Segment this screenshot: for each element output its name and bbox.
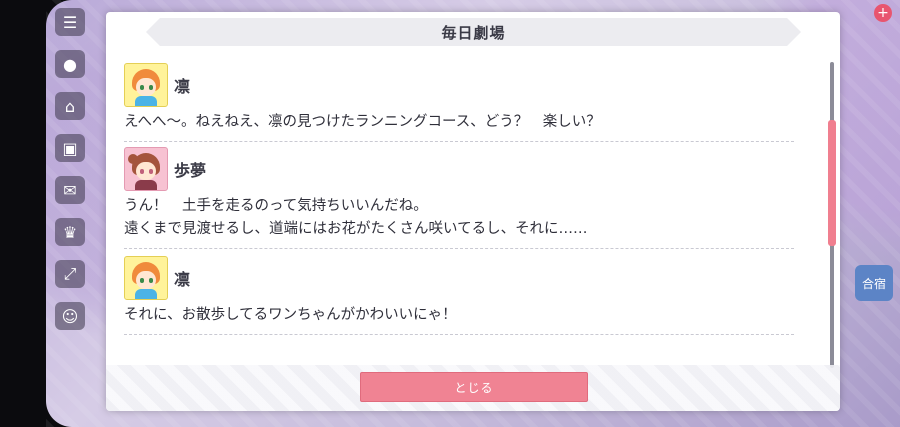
dialogue-entry: 歩夢 うん！ 土手を走るのって気持ちいいんだね。 遠くまで見渡せるし、道端にはお… <box>124 146 794 249</box>
daily-theater-dialog: 毎日劇場 凛 えへへ〜。ねえねえ、凛の見つけたランニングコース、どう？ 楽しい？ <box>106 12 840 411</box>
chat-icon[interactable]: ● <box>55 50 85 78</box>
gift-icon[interactable]: ▣ <box>55 134 85 162</box>
speaker-name: 凛 <box>174 270 191 289</box>
side-menu: ☰ ● ⌂ ▣ ✉ ♛ ⤢ ☺ <box>52 8 88 418</box>
speaker-name: 歩夢 <box>174 161 207 180</box>
expand-icon[interactable]: ⤢ <box>55 260 85 288</box>
profile-icon[interactable]: ☺ <box>55 302 85 330</box>
mail-icon[interactable]: ✉ <box>55 176 85 204</box>
speaker-name: 凛 <box>174 77 191 96</box>
shop-icon[interactable]: ⌂ <box>55 92 85 120</box>
dialogue-entry: 凛 それに、お散歩してるワンちゃんがかわいいにゃ！ <box>124 255 794 335</box>
rin-avatar <box>124 256 168 300</box>
menu-icon[interactable]: ☰ <box>55 8 85 36</box>
dialogue-entry: 凛 えへへ〜。ねえねえ、凛の見つけたランニングコース、どう？ 楽しい？ <box>124 62 794 142</box>
dialogue-log[interactable]: 凛 えへへ〜。ねえねえ、凛の見つけたランニングコース、どう？ 楽しい？ 歩夢 う… <box>124 62 794 335</box>
rin-avatar <box>124 63 168 107</box>
trophy-icon[interactable]: ♛ <box>55 218 85 246</box>
ayumu-avatar <box>124 147 168 191</box>
close-button[interactable]: とじる <box>360 372 588 402</box>
dialog-title-bar: 毎日劇場 <box>146 18 801 46</box>
plus-icon[interactable]: + <box>874 4 892 22</box>
dialogue-line: えへへ〜。ねえねえ、凛の見つけたランニングコース、どう？ 楽しい？ <box>124 114 601 130</box>
dialogue-line: 遠くまで見渡せるし、道端にはお花がたくさん咲いてるし、それに…… <box>124 221 588 237</box>
dialogue-line: それに、お散歩してるワンちゃんがかわいいにゃ！ <box>124 307 457 323</box>
scrollbar-thumb[interactable] <box>828 120 836 246</box>
dialog-title: 毎日劇場 <box>441 23 506 42</box>
camp-tag[interactable]: 合宿 <box>855 265 893 301</box>
dialogue-line: うん！ 土手を走るのって気持ちいいんだね。 <box>124 198 428 214</box>
